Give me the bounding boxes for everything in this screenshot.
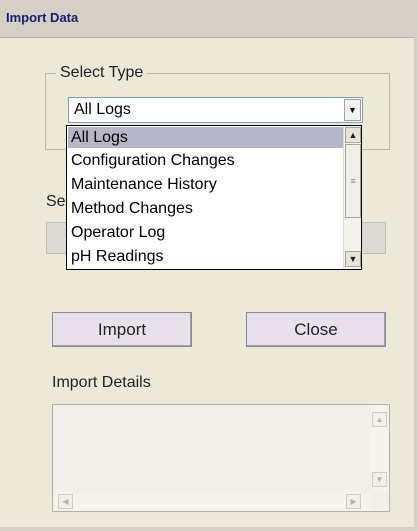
grip-icon[interactable]: ≡ xyxy=(345,144,361,218)
dropdown-option-operator-log[interactable]: Operator Log xyxy=(68,222,344,243)
dropdown-option-configuration-changes[interactable]: Configuration Changes xyxy=(68,150,344,171)
title-bar[interactable]: Import Data xyxy=(0,0,418,38)
chevron-down-icon[interactable]: ▼ xyxy=(344,99,361,121)
dropdown-option-maintenance-history[interactable]: Maintenance History xyxy=(68,174,344,195)
arrow-down-icon[interactable]: ▼ xyxy=(372,472,387,487)
window-frame-bottom xyxy=(0,527,418,531)
dropdown-option-method-changes[interactable]: Method Changes xyxy=(68,198,344,219)
combo-selected-value: All Logs xyxy=(74,101,131,118)
obscured-section-label: Se xyxy=(46,193,66,210)
import-details-label: Import Details xyxy=(52,374,151,391)
arrow-up-icon[interactable]: ▲ xyxy=(372,412,387,427)
details-horizontal-scrollbar[interactable]: ◀ ▶ xyxy=(54,493,372,510)
arrow-left-icon[interactable]: ◀ xyxy=(58,494,73,509)
import-data-window: Import Data Select Type All Logs ▼ Se Al… xyxy=(0,0,418,531)
arrow-right-icon[interactable]: ▶ xyxy=(346,494,361,509)
arrow-down-icon[interactable]: ▼ xyxy=(345,251,361,267)
window-frame-right xyxy=(414,0,418,531)
dropdown-option-all-logs[interactable]: All Logs xyxy=(68,127,344,148)
arrow-up-icon[interactable]: ▲ xyxy=(345,127,361,143)
details-vertical-scrollbar[interactable]: ▲ ▼ xyxy=(371,406,388,492)
dropdown-scrollbar[interactable]: ▲ ≡ ▼ xyxy=(343,126,361,269)
dropdown-option-ph-readings[interactable]: pH Readings xyxy=(68,246,344,267)
select-type-combo[interactable]: All Logs ▼ xyxy=(68,97,363,123)
import-button[interactable]: Import xyxy=(52,312,192,347)
select-type-dropdown-list[interactable]: All Logs Configuration Changes Maintenan… xyxy=(66,125,362,270)
select-type-label: Select Type xyxy=(56,64,148,82)
window-title: Import Data xyxy=(6,10,79,25)
close-button[interactable]: Close xyxy=(246,312,386,347)
import-details-textarea[interactable]: ▲ ▼ ◀ ▶ xyxy=(52,404,390,512)
